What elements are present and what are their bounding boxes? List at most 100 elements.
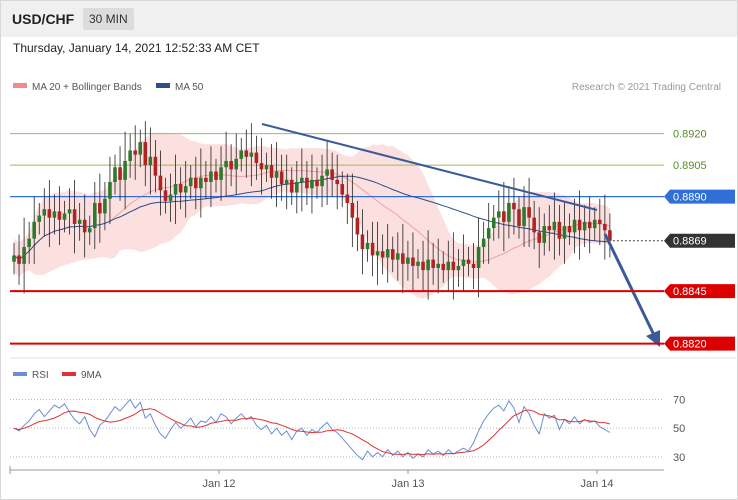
candle-body	[431, 259, 435, 269]
candle-body	[12, 255, 16, 262]
candle-body	[72, 209, 77, 224]
candle-body	[436, 263, 440, 269]
candle-body	[421, 261, 425, 271]
candle-body	[512, 202, 516, 210]
candle-body	[52, 211, 57, 218]
candle-body	[204, 177, 208, 182]
candle-body	[305, 177, 309, 189]
candle-body	[481, 238, 486, 248]
candle-body	[133, 150, 137, 155]
candle-body	[22, 247, 26, 264]
level-label-0.8820: 0.8820	[673, 339, 707, 351]
candle-body	[315, 179, 319, 187]
candle-body	[67, 209, 72, 214]
candle-body	[330, 169, 334, 180]
candle-body	[582, 221, 587, 231]
candle-body	[396, 253, 400, 260]
candle-body	[289, 179, 294, 193]
candle-body	[375, 251, 380, 256]
candle-body	[158, 175, 163, 191]
candle-body	[486, 228, 491, 239]
level-label-0.8869: 0.8869	[673, 236, 707, 248]
ma9-legend-label: 9MA	[81, 370, 102, 381]
candle-body	[345, 194, 350, 203]
candle-body	[183, 186, 188, 193]
candle-body	[300, 177, 304, 182]
candle-body	[416, 261, 420, 266]
candle-body	[542, 226, 547, 243]
candle-body	[188, 177, 193, 187]
candle-body	[27, 238, 31, 248]
candle-body	[502, 211, 506, 222]
candle	[22, 217, 26, 294]
candle-body	[244, 150, 249, 157]
candle-body	[406, 257, 410, 264]
candle-body	[269, 165, 274, 178]
chart-canvas: MA 20 + Bollinger Bands MA 50 Research ©…	[9, 82, 736, 490]
candle-body	[552, 221, 557, 231]
candle-body	[325, 169, 329, 176]
candle-body	[259, 163, 264, 170]
candle-body	[87, 228, 92, 233]
candle-body	[249, 152, 254, 157]
candle-body	[320, 175, 324, 187]
candle-body	[598, 219, 602, 224]
candle-body	[340, 184, 345, 195]
candle-body	[532, 217, 536, 233]
x-tick-label: Jan 13	[391, 478, 424, 490]
candle-body	[194, 177, 198, 189]
candle-body	[572, 219, 577, 233]
candle-body	[471, 263, 476, 269]
candle-body	[153, 156, 158, 176]
candle-body	[57, 211, 62, 220]
candle-body	[370, 242, 375, 256]
candle-body	[411, 257, 415, 266]
candle-body	[37, 215, 42, 222]
candle-body	[224, 160, 228, 168]
candle-body	[138, 142, 143, 155]
candle-body	[32, 221, 36, 239]
rsi-level-label-50: 50	[673, 423, 685, 435]
bb-legend-swatch	[13, 83, 27, 88]
candle-body	[355, 217, 360, 235]
candle-body	[113, 167, 117, 182]
candle-body	[380, 251, 385, 258]
candle-body	[295, 181, 299, 193]
candle-body	[229, 160, 233, 170]
candle-body	[562, 226, 567, 239]
candle-body	[98, 202, 102, 214]
candle-body	[527, 207, 531, 218]
candle-body	[360, 234, 365, 250]
rsi-level-label-70: 70	[673, 394, 685, 406]
candle-body	[491, 217, 496, 229]
candle-body	[209, 171, 213, 182]
candle-body	[279, 171, 284, 185]
candle-body	[173, 184, 178, 195]
candle-body	[522, 207, 526, 227]
candle	[476, 217, 481, 298]
candle-body	[441, 263, 446, 271]
candle-body	[446, 261, 451, 271]
candle-body	[118, 167, 122, 180]
candle-body	[567, 226, 572, 233]
candle-body	[219, 167, 223, 180]
candle-body	[178, 184, 183, 193]
ma9-legend-swatch	[62, 372, 76, 376]
candle-body	[507, 202, 511, 222]
candle-body	[390, 249, 395, 260]
candle-body	[577, 219, 582, 231]
candle-body	[42, 209, 47, 216]
rsi-legend-swatch	[13, 372, 27, 376]
bb-legend-label: MA 20 + Bollinger Bands	[32, 82, 142, 93]
candle-body	[148, 156, 153, 166]
candle-body	[254, 152, 259, 164]
candle-body	[103, 198, 107, 214]
candle-body	[239, 150, 244, 159]
candle-body	[385, 249, 390, 258]
candle-body	[108, 181, 112, 199]
candle-body	[517, 209, 521, 227]
candle-body	[587, 221, 592, 229]
candle-body	[456, 265, 461, 271]
candle-body	[62, 213, 67, 220]
candle-body	[17, 255, 21, 264]
